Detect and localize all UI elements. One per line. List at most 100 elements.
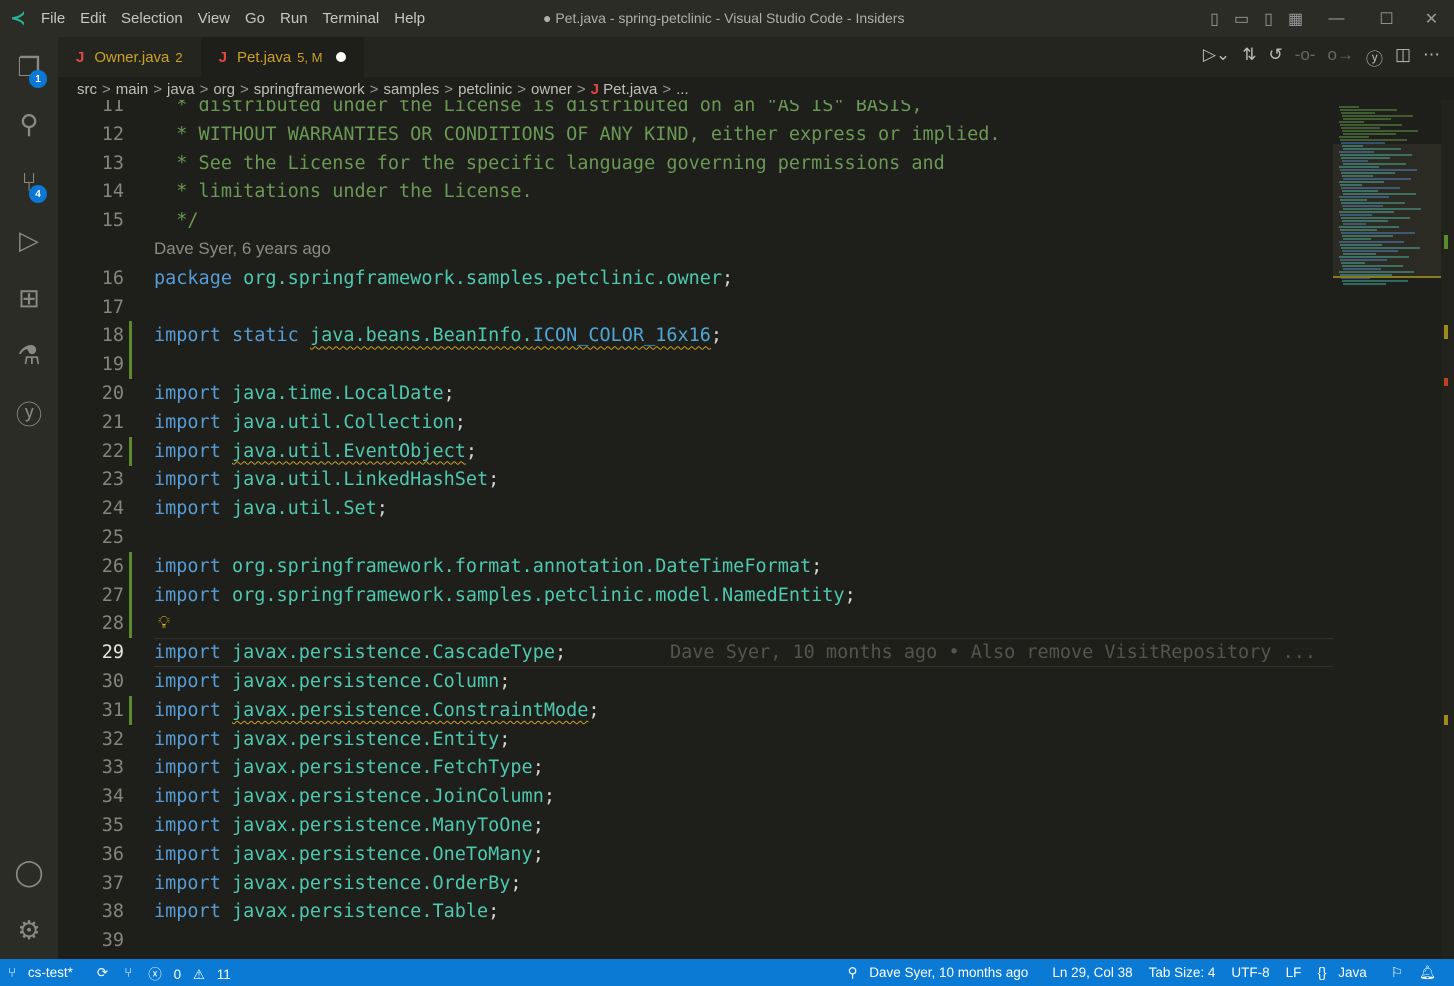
code-line: 34 import javax.persistence.JoinColumn; <box>58 782 1333 811</box>
code-text: import javax.persistence.OrderBy; <box>154 869 522 898</box>
breadcrumb-item[interactable]: owner <box>531 81 572 98</box>
breadcrumb-item[interactable]: java <box>167 81 195 98</box>
code-line: 26 import org.springframework.format.anno… <box>58 551 1333 581</box>
menu-run[interactable]: Run <box>280 10 308 27</box>
minimap-viewport[interactable] <box>1333 144 1441 278</box>
tab-size[interactable]: Tab Size: 4 <box>1149 965 1216 980</box>
branch-indicator[interactable]: ⑂ cs-test* <box>8 965 81 980</box>
activity-item-account[interactable]: ◯ <box>0 847 58 897</box>
breadcrumb-item[interactable]: Pet.java <box>603 81 657 98</box>
breadcrumb-item[interactable]: petclinic <box>458 81 512 98</box>
breadcrumb-item[interactable]: main <box>116 81 149 98</box>
breadcrumb-item[interactable]: springframework <box>254 81 365 98</box>
customize-layout-icon[interactable]: ▦ <box>1282 9 1309 29</box>
git-blame-status[interactable]: ⚲ Dave Syer, 10 months ago <box>848 965 1037 981</box>
open-changes-icon[interactable]: ⇅ <box>1242 45 1256 70</box>
unsaved-dot-icon[interactable] <box>336 52 347 62</box>
gutter-change-indicator[interactable] <box>129 695 132 725</box>
run-icon[interactable]: ▷⌄ <box>1203 45 1230 70</box>
cursor-position[interactable]: Ln 29, Col 38 <box>1052 965 1132 980</box>
token: javax.persistence.Column <box>231 671 500 692</box>
tab-pet-java[interactable]: J Pet.java 5, M <box>200 37 365 77</box>
language-mode[interactable]: {} Java <box>1317 965 1374 980</box>
minimap-line <box>1340 139 1407 141</box>
go-back-icon[interactable]: ↺ <box>1268 45 1282 70</box>
token: ; <box>543 786 555 808</box>
gutter-change-indicator[interactable] <box>129 609 132 639</box>
window-title: ● Pet.java - spring-petclinic - Visual S… <box>543 10 905 26</box>
breadcrumb-item[interactable]: ... <box>676 81 689 98</box>
code-text: package org.springframework.samples.petc… <box>154 264 733 293</box>
code-line: 24 import java.util.Set; <box>58 494 1333 523</box>
gutter-change-indicator[interactable] <box>129 321 132 351</box>
gutter-change-indicator[interactable] <box>129 551 132 581</box>
token: import <box>154 383 232 404</box>
tab-owner-java[interactable]: J Owner.java 2 <box>58 37 201 77</box>
minimap-line <box>1339 106 1359 108</box>
more-actions-icon[interactable]: ⋯ <box>1423 45 1440 70</box>
toggle-secondary-sidebar-icon[interactable]: ▯ <box>1255 9 1282 29</box>
code-line: 38 import javax.persistence.Table; <box>58 897 1333 926</box>
chevron-right-icon: > <box>102 81 111 98</box>
activity-badge: 4 <box>29 185 47 203</box>
previous-change-icon[interactable]: -o- <box>1295 45 1316 70</box>
menu-edit[interactable]: Edit <box>80 10 106 27</box>
activity-item-explorer[interactable]: ❐ 1 <box>0 42 58 92</box>
menu-help[interactable]: Help <box>394 10 425 27</box>
breadcrumb-item[interactable]: org <box>213 81 235 98</box>
notifications-bell-icon[interactable]: 🔔︎ <box>1419 965 1436 981</box>
gutter-change-indicator[interactable] <box>129 436 132 466</box>
token: ; <box>510 872 522 894</box>
token: ; <box>811 555 823 577</box>
problems-indicator[interactable]: ⓧ 0 ⚠ 11 <box>148 963 238 983</box>
activity-item-search[interactable]: ⚲ <box>0 99 58 149</box>
lightbulb-icon[interactable]: 💡︎ <box>158 609 170 638</box>
close-button[interactable]: ✕ <box>1409 9 1454 29</box>
code-line: 11 * distributed under the License is di… <box>58 100 1333 120</box>
git-graph-icon[interactable]: ⓨ <box>1366 45 1383 70</box>
menu-file[interactable]: File <box>41 10 65 27</box>
vscode-logo-icon: ≺ <box>10 8 26 28</box>
codelens-blame[interactable]: Dave Syer, 6 years ago <box>154 239 331 259</box>
token: */ <box>154 210 199 232</box>
encoding[interactable]: UTF-8 <box>1231 965 1269 980</box>
code-line: 31 import javax.persistence.ConstraintMod… <box>58 695 1333 725</box>
code-text: * limitations under the License. <box>154 177 532 206</box>
token: import <box>154 411 232 433</box>
menu-view[interactable]: View <box>198 10 230 27</box>
code-line: 14 * limitations under the License. <box>58 177 1333 206</box>
feedback-icon[interactable]: ⚐ <box>1391 965 1403 981</box>
toggle-panel-icon[interactable]: ▭ <box>1228 9 1255 29</box>
next-change-icon[interactable]: o→ <box>1327 45 1353 70</box>
breadcrumb-item[interactable]: src <box>77 81 97 98</box>
activity-item-settings-gear[interactable]: ⚙ <box>0 905 58 955</box>
activity-item-extensions[interactable]: ⊞ <box>0 273 58 323</box>
code-line: 36 import javax.persistence.OneToMany; <box>58 840 1333 869</box>
java-file-icon: J <box>590 81 604 98</box>
line-number: 13 <box>101 152 124 174</box>
token: ; <box>588 699 600 721</box>
activity-item-source-control[interactable]: ⑂ 4 <box>0 157 58 207</box>
minimap[interactable] <box>1333 100 1441 959</box>
code-editor[interactable]: 11 * distributed under the License is di… <box>58 100 1333 959</box>
sync-icon[interactable]: ⟳ <box>97 965 108 981</box>
menu-selection[interactable]: Selection <box>121 10 183 27</box>
vertical-scrollbar[interactable] <box>1441 100 1454 959</box>
breadcrumb-item[interactable]: samples <box>383 81 439 98</box>
toggle-primary-sidebar-icon[interactable]: ▯ <box>1201 9 1228 29</box>
minimize-button[interactable]: — <box>1309 10 1364 28</box>
gutter-change-indicator[interactable] <box>129 580 132 610</box>
split-editor-icon[interactable]: ◫ <box>1395 45 1411 70</box>
git-graph-status-icon[interactable]: ⑂ <box>124 965 132 980</box>
menu-terminal[interactable]: Terminal <box>323 10 380 27</box>
activity-item-testing[interactable]: ⚗ <box>0 330 58 380</box>
code-line: 20 import java.time.LocalDate; <box>58 379 1333 408</box>
maximize-button[interactable]: ☐ <box>1364 9 1409 29</box>
gutter-change-indicator[interactable] <box>129 350 132 380</box>
menu-go[interactable]: Go <box>245 10 265 27</box>
line-ending[interactable]: LF <box>1286 965 1302 980</box>
token: java.beans.BeanInfo. <box>309 325 533 347</box>
activity-item-run-debug[interactable]: ▷ <box>0 215 58 265</box>
code-text: import org.springframework.format.annota… <box>154 552 822 581</box>
activity-item-git-graph[interactable]: ⓨ <box>0 388 58 438</box>
